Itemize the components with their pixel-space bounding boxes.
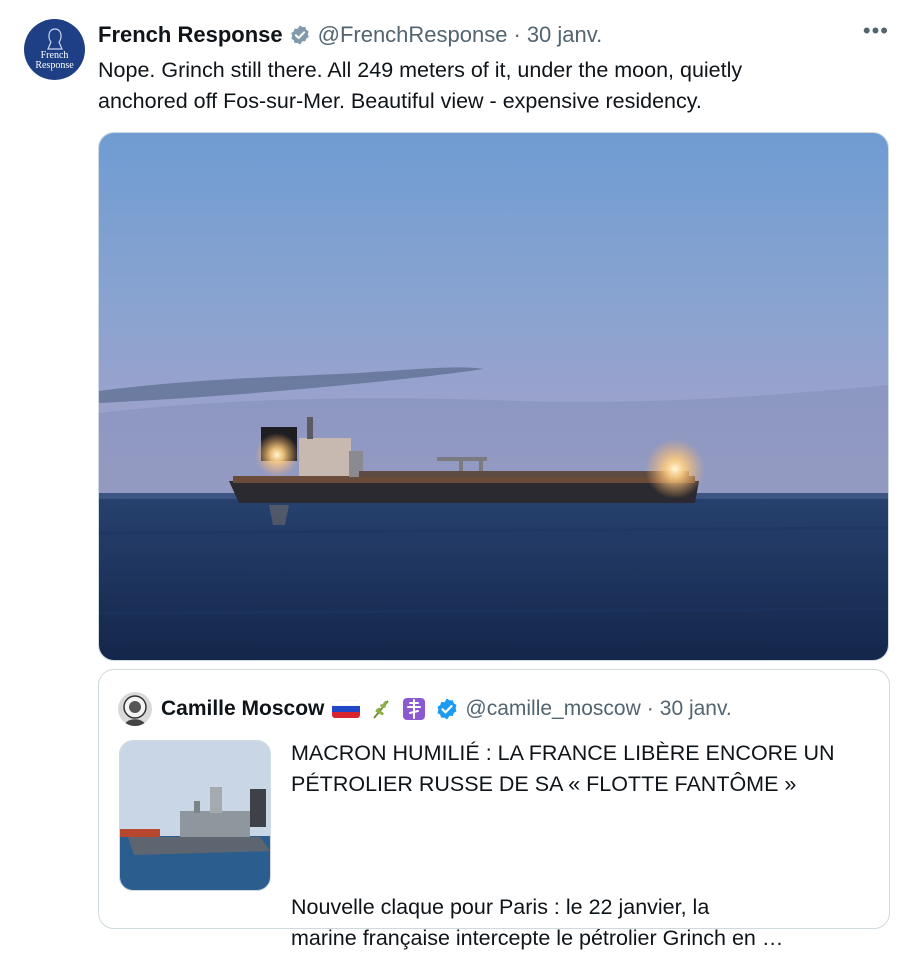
tweet-media-image[interactable] bbox=[98, 132, 889, 661]
more-options-icon[interactable]: ••• bbox=[863, 18, 889, 44]
tweet-text: Nope. Grinch still there. All 249 meters… bbox=[98, 58, 743, 113]
verified-badge-icon bbox=[437, 698, 457, 720]
france-flag-icon bbox=[291, 867, 319, 886]
quoted-tweet[interactable]: Camille Moscow @camille_moscow · 30 janv… bbox=[98, 669, 890, 950]
tweet-date[interactable]: 30 janv. bbox=[527, 22, 602, 48]
verified-badge-icon bbox=[290, 25, 309, 45]
quote-author-name[interactable]: Camille Moscow bbox=[161, 697, 324, 721]
quote-avatar[interactable] bbox=[118, 692, 152, 726]
tweet-header: French Response @FrenchResponse · 30 jan… bbox=[98, 20, 602, 50]
quote-thumbnail-image[interactable] bbox=[119, 740, 271, 891]
olive-branch-icon bbox=[373, 700, 390, 719]
separator-dot: · bbox=[513, 22, 521, 47]
quote-header: Camille Moscow @camille_moscow · 30 janv… bbox=[118, 690, 732, 728]
avatar-text: Response bbox=[35, 60, 74, 71]
separator-dot: · bbox=[646, 697, 654, 720]
quote-author-handle[interactable]: @camille_moscow bbox=[465, 697, 640, 721]
quote-body: Nouvelle claque pour Paris : le 22 janvi… bbox=[291, 830, 871, 954]
russia-flag-icon bbox=[322, 867, 350, 886]
author-name[interactable]: French Response bbox=[98, 22, 283, 48]
quote-title: MACRON HUMILIÉ : LA FRANCE LIBÈRE ENCORE… bbox=[291, 741, 835, 796]
marianne-bust-icon bbox=[46, 28, 63, 50]
russia-flag-icon bbox=[332, 700, 361, 718]
avatar[interactable]: French Response bbox=[24, 19, 85, 80]
quote-body-text: Nouvelle claque pour Paris : le 22 janvi… bbox=[291, 895, 784, 950]
orthodox-cross-icon bbox=[403, 698, 426, 720]
quote-date[interactable]: 30 janv. bbox=[660, 697, 732, 721]
author-handle[interactable]: @FrenchResponse bbox=[318, 22, 508, 48]
